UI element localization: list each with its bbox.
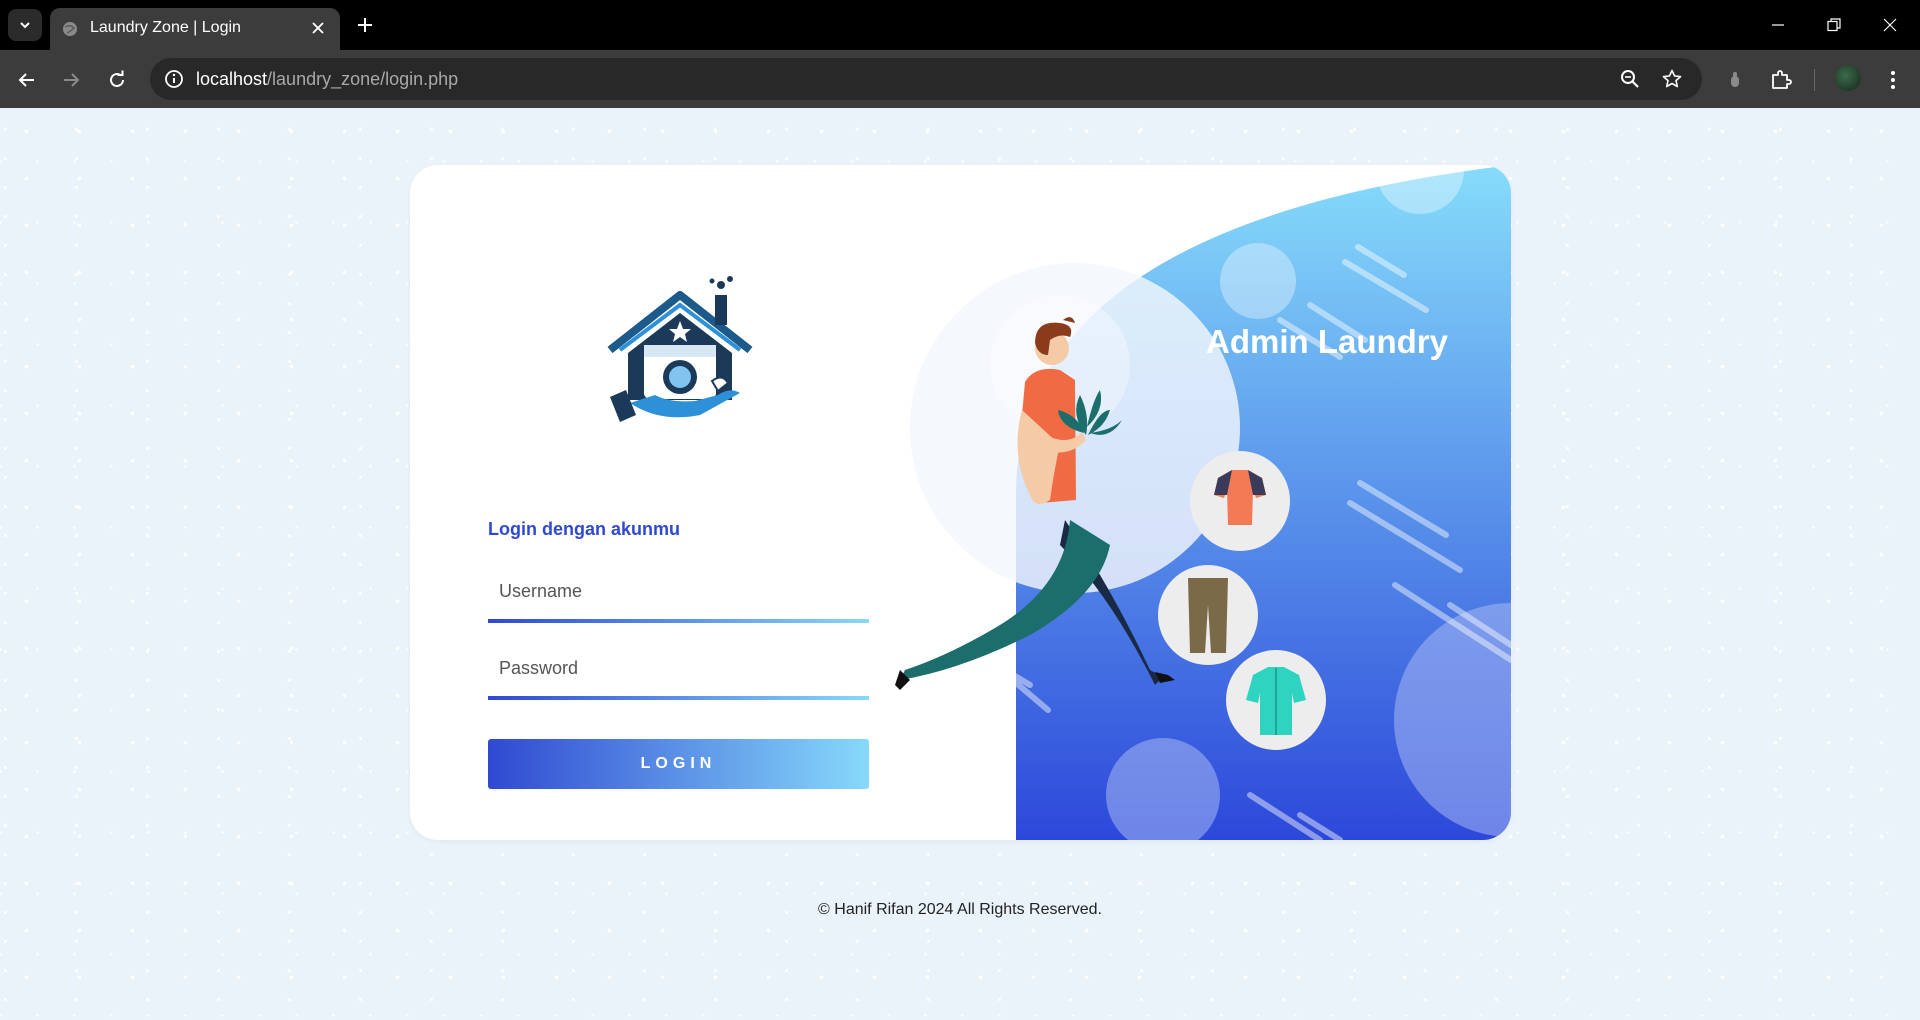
close-icon xyxy=(312,22,324,34)
page-viewport: Login dengan akunmu LOGIN Admin Laundry … xyxy=(0,108,1920,1020)
tab-close-button[interactable] xyxy=(308,18,328,38)
username-input[interactable] xyxy=(488,563,869,619)
back-button[interactable] xyxy=(12,65,42,95)
close-icon xyxy=(1883,18,1897,32)
zoom-button[interactable] xyxy=(1618,67,1642,91)
password-input[interactable] xyxy=(488,640,869,696)
forward-icon xyxy=(64,73,80,87)
globe-icon xyxy=(63,22,77,36)
menu-icon xyxy=(1891,71,1895,89)
toolbar-separator xyxy=(1814,69,1815,91)
admin-title: Admin Laundry xyxy=(1206,323,1449,360)
password-field xyxy=(488,640,869,700)
star-icon xyxy=(1662,69,1682,88)
shirt-icon xyxy=(1226,650,1326,750)
bookmark-button[interactable] xyxy=(1660,67,1684,91)
username-underline xyxy=(488,619,869,623)
blue-panel xyxy=(1016,165,1511,840)
new-tab-button[interactable] xyxy=(352,12,378,38)
login-button[interactable]: LOGIN xyxy=(488,739,869,789)
url-path: /laundry_zone/login.php xyxy=(267,69,459,89)
trousers-icon xyxy=(1158,565,1258,665)
close-window-button[interactable] xyxy=(1870,10,1910,40)
restore-icon xyxy=(1827,18,1841,32)
browser-toolbar: localhost/laundry_zone/login.php xyxy=(0,50,1920,108)
url-text: localhost/laundry_zone/login.php xyxy=(196,69,458,90)
chevron-down-icon xyxy=(20,22,30,29)
zoom-icon xyxy=(1621,70,1639,88)
url-host: localhost xyxy=(196,69,268,89)
login-card: Login dengan akunmu LOGIN Admin Laundry xyxy=(410,165,1511,840)
forward-button[interactable] xyxy=(56,65,86,95)
address-bar[interactable]: localhost/laundry_zone/login.php xyxy=(150,58,1702,100)
puzzle-icon xyxy=(1772,70,1792,89)
extension-icon xyxy=(1731,72,1739,87)
browser-menu-button[interactable] xyxy=(1878,65,1908,95)
reload-button[interactable] xyxy=(102,65,132,95)
plus-icon xyxy=(358,18,372,32)
restore-button[interactable] xyxy=(1814,10,1854,40)
login-heading: Login dengan akunmu xyxy=(488,519,680,539)
minimize-icon xyxy=(1772,24,1784,26)
profile-avatar[interactable] xyxy=(1835,65,1861,91)
back-icon xyxy=(18,73,34,87)
browser-tab[interactable]: Laundry Zone | Login xyxy=(50,8,340,50)
site-info-icon xyxy=(165,70,183,88)
browser-tab-bar: Laundry Zone | Login xyxy=(0,0,1920,50)
tab-search-button[interactable] xyxy=(8,9,42,41)
tshirt-icon xyxy=(1190,451,1290,551)
site-info-button[interactable] xyxy=(162,67,186,91)
minimize-button[interactable] xyxy=(1758,10,1798,40)
extensions-menu-button[interactable] xyxy=(1766,65,1796,95)
person-figure xyxy=(895,317,1175,690)
username-field xyxy=(488,563,869,623)
tab-title: Laundry Zone | Login xyxy=(90,19,241,36)
extension-button[interactable] xyxy=(1720,65,1750,95)
footer-copyright: © Hanif Rifan 2024 All Rights Reserved. xyxy=(818,901,1102,918)
password-underline xyxy=(488,696,869,700)
laundry-logo xyxy=(607,276,753,422)
reload-icon xyxy=(110,70,124,87)
